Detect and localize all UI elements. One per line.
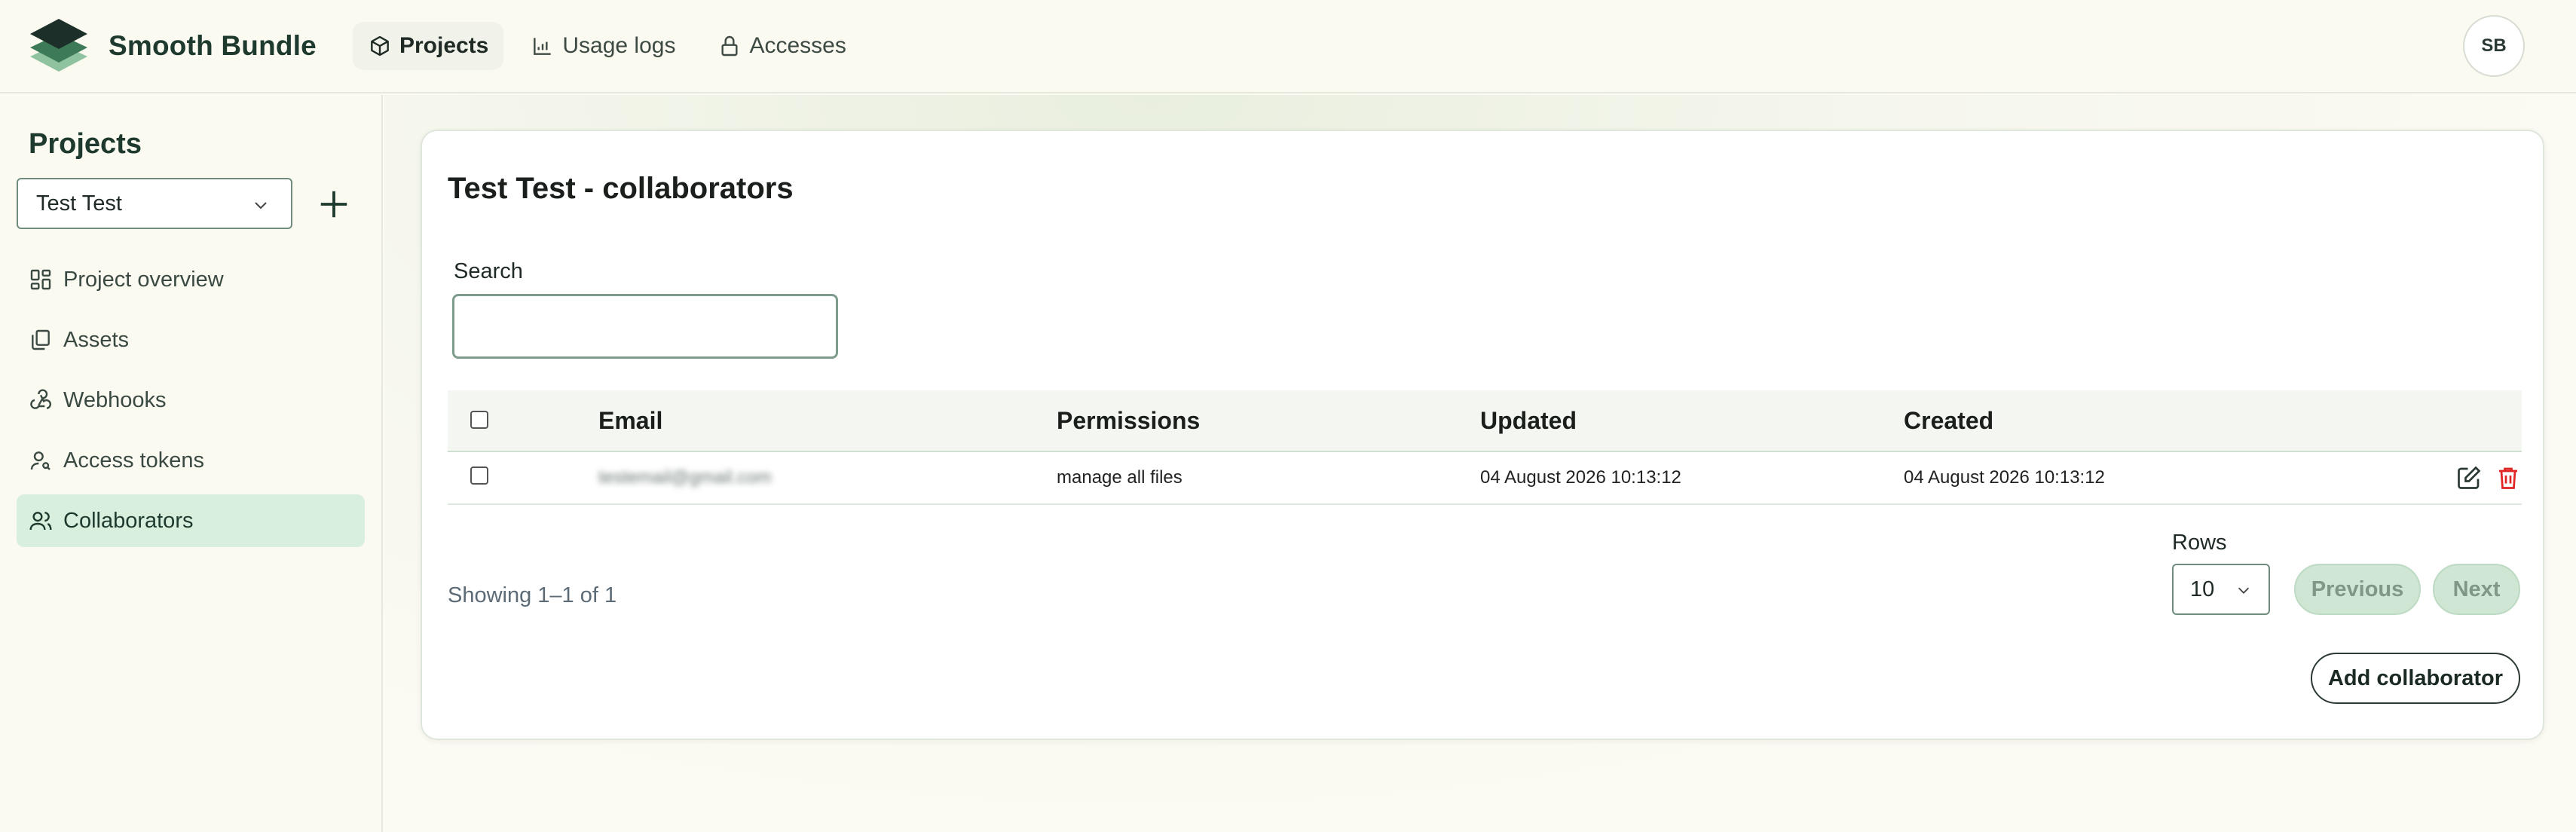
app-name: Smooth Bundle [109,30,317,61]
sidebar-item-label: Access tokens [63,448,204,473]
sidebar-item-label: Assets [63,327,130,352]
select-all-cell [448,407,598,435]
topnav-accesses[interactable]: Accesses [702,22,861,70]
chevron-down-icon [2238,587,2250,594]
header-created[interactable]: Created [1904,407,2386,435]
page-title: Test Test - collaborators [448,172,794,205]
sidebar-item-project-overview[interactable]: Project overview [17,253,365,306]
sidebar-item-label: Webhooks [63,387,167,412]
sidebar-title: Projects [29,128,142,160]
rows-label: Rows [2172,531,2227,555]
row-select-cell [448,466,598,490]
topnav-usage-logs[interactable]: Usage logs [516,22,690,70]
search-label: Search [454,259,523,283]
table-header: Email Permissions Updated Created [448,390,2522,452]
sidebar-nav: Project overview Assets Webhooks Access … [17,253,365,555]
plus-icon[interactable] [317,187,351,222]
topnav-projects[interactable]: Projects [352,22,504,70]
logo-icon [30,19,87,72]
webhook-icon [30,389,52,409]
header-email[interactable]: Email [598,407,1057,435]
users-icon [29,512,52,531]
row-actions [2386,464,2522,491]
sidebar-item-label: Collaborators [63,508,194,533]
grid-icon [30,269,51,290]
project-select-value: Test Test [36,191,122,216]
edit-icon[interactable] [2455,464,2483,491]
select-all-checkbox[interactable] [470,410,488,429]
showing-count: Showing 1–1 of 1 [448,583,617,607]
rows-per-page-value: 10 [2190,577,2215,601]
row-checkbox[interactable] [470,466,488,485]
sidebar-item-assets[interactable]: Assets [17,314,365,366]
search-input[interactable] [452,294,838,359]
chart-icon [534,38,552,55]
project-select[interactable]: Test Test [17,178,292,229]
topnav-projects-label: Projects [399,33,489,58]
cell-permissions: manage all files [1057,467,1182,488]
collaborators-card: Test Test - collaborators Search Email P… [421,130,2544,740]
header-permissions[interactable]: Permissions [1057,407,1480,435]
table-row: testemail@gmail.com manage all files 04 … [448,452,2522,505]
files-icon [32,329,50,350]
collaborators-table: Email Permissions Updated Created testem… [448,390,2522,505]
header-updated[interactable]: Updated [1480,407,1904,435]
top-nav: Projects Usage logs Accesses [352,22,861,70]
chevron-down-icon [255,202,267,210]
add-collaborator-button[interactable]: Add collaborator [2311,653,2520,704]
rows-per-page-select[interactable]: 10 [2172,564,2270,615]
sidebar: Projects Test Test Project overview Asse… [0,95,383,832]
brand[interactable]: Smooth Bundle [27,14,317,78]
user-key-icon [30,451,50,470]
box-icon [371,35,389,57]
previous-button[interactable]: Previous [2294,564,2421,615]
sidebar-item-webhooks[interactable]: Webhooks [17,374,365,427]
lock-icon [721,35,738,57]
avatar[interactable]: SB [2463,15,2525,77]
topnav-accesses-label: Accesses [749,33,846,58]
top-bar: Smooth Bundle Projects Usage logs Access… [0,0,2576,93]
cell-created: 04 August 2026 10:13:12 [1904,467,2105,488]
sidebar-item-collaborators[interactable]: Collaborators [17,494,365,547]
topnav-usage-logs-label: Usage logs [562,33,676,58]
next-button[interactable]: Next [2433,564,2520,615]
sidebar-item-access-tokens[interactable]: Access tokens [17,434,365,487]
cell-updated: 04 August 2026 10:13:12 [1480,467,1681,488]
cell-email: testemail@gmail.com [598,467,772,488]
trash-icon[interactable] [2495,464,2522,491]
sidebar-item-label: Project overview [63,267,224,292]
